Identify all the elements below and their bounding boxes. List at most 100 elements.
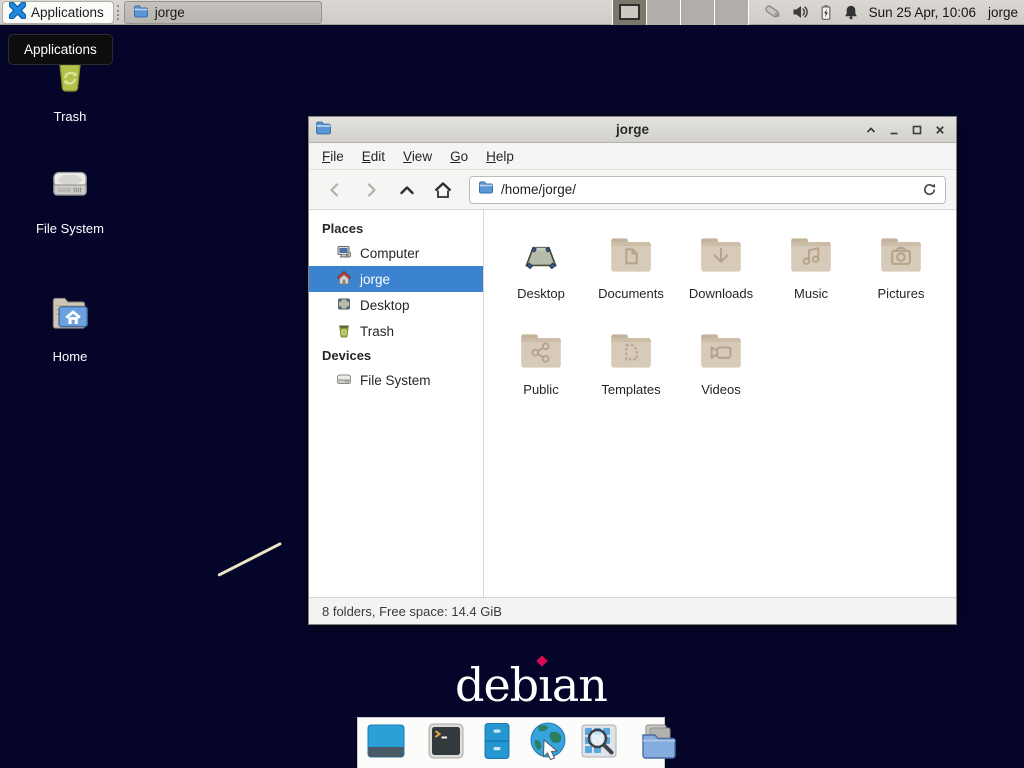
folder-video-icon: [696, 322, 746, 380]
folder-launcher[interactable]: [638, 722, 680, 764]
home-button[interactable]: [427, 176, 459, 204]
shade-button[interactable]: [862, 121, 879, 138]
window-title: jorge: [309, 122, 956, 137]
home-icon: [336, 270, 352, 289]
web-browser-launcher[interactable]: [527, 722, 569, 764]
minimize-button[interactable]: [885, 121, 902, 138]
sidebar-item-file-system[interactable]: File System: [309, 367, 483, 393]
input-device-icon[interactable]: [763, 3, 783, 21]
drive-icon: [45, 160, 95, 215]
workspace-3[interactable]: [681, 0, 715, 25]
file-manager-launcher[interactable]: [476, 722, 518, 764]
home-folder-icon: [45, 288, 95, 343]
menu-file[interactable]: File: [313, 145, 353, 168]
forward-button[interactable]: [355, 176, 387, 204]
applications-menu-label: Applications: [31, 5, 104, 20]
file-item-desktop[interactable]: Desktop: [496, 226, 586, 322]
drive-icon: [336, 371, 352, 390]
desktop-icon: [336, 296, 352, 315]
menu-edit[interactable]: Edit: [353, 145, 394, 168]
folder-camera-icon: [876, 226, 926, 284]
file-item-label: Documents: [598, 286, 664, 301]
file-item-downloads[interactable]: Downloads: [676, 226, 766, 322]
file-item-templates[interactable]: Templates: [586, 322, 676, 418]
debian-logo-text: deb: [455, 658, 538, 712]
menu-view[interactable]: View: [394, 145, 441, 168]
volume-icon[interactable]: [792, 4, 809, 20]
show-desktop-button[interactable]: [365, 722, 407, 764]
close-button[interactable]: [931, 121, 948, 138]
folder-template-icon: [606, 322, 656, 380]
window-controls: [862, 121, 956, 138]
workspace-1[interactable]: [613, 0, 647, 25]
statusbar: 8 folders, Free space: 14.4 GiB: [309, 597, 956, 624]
file-item-label: Music: [794, 286, 828, 301]
sidebar-item-trash[interactable]: Trash: [309, 318, 483, 344]
applications-tooltip: Applications: [8, 34, 113, 65]
applications-menu-button[interactable]: Applications: [2, 1, 114, 24]
trash-icon: [336, 322, 352, 341]
username-menu[interactable]: jorge: [988, 5, 1018, 20]
window-content: Places Computer: [309, 210, 956, 597]
sidebar: Places Computer: [309, 210, 484, 597]
up-button[interactable]: [391, 176, 423, 204]
back-button[interactable]: [319, 176, 351, 204]
menubar: File Edit View Go Help: [309, 143, 956, 170]
folder-document-icon: [606, 226, 656, 284]
workspace-2[interactable]: [647, 0, 681, 25]
path-value[interactable]: /home/jorge/: [501, 182, 576, 197]
maximize-button[interactable]: [908, 121, 925, 138]
show-desktop-icon: [365, 720, 407, 767]
path-folder-icon: [478, 179, 494, 200]
menu-go[interactable]: Go: [441, 145, 477, 168]
titlebar[interactable]: jorge: [309, 117, 956, 143]
file-item-pictures[interactable]: Pictures: [856, 226, 946, 322]
web-browser-icon: [527, 720, 569, 767]
pointer-line-artifact: [217, 542, 282, 577]
folder-music-icon: [786, 226, 836, 284]
terminal-launcher[interactable]: [425, 722, 467, 764]
file-item-documents[interactable]: Documents: [586, 226, 676, 322]
sidebar-item-jorge[interactable]: jorge: [309, 266, 483, 292]
dock-panel: [357, 717, 665, 768]
statusbar-text: 8 folders, Free space: 14.4 GiB: [322, 604, 502, 619]
file-item-label: Public: [523, 382, 558, 397]
toolbar: /home/jorge/: [309, 170, 956, 210]
file-item-label: Videos: [701, 382, 741, 397]
taskbar-window-label: jorge: [155, 5, 185, 20]
file-item-label: Pictures: [878, 286, 925, 301]
panel-separator-handle[interactable]: [117, 5, 121, 20]
workspace-4[interactable]: [715, 0, 749, 25]
desktop-icon-file-system[interactable]: File System: [22, 160, 118, 236]
app-finder-launcher[interactable]: [578, 722, 620, 764]
file-item-videos[interactable]: Videos: [676, 322, 766, 418]
battery-icon[interactable]: [818, 4, 834, 21]
sidebar-item-label: File System: [360, 373, 431, 388]
file-item-music[interactable]: Music: [766, 226, 856, 322]
desktop-icon-label: File System: [36, 221, 104, 236]
file-item-public[interactable]: Public: [496, 322, 586, 418]
sidebar-item-computer[interactable]: Computer: [309, 240, 483, 266]
workspace-window-preview: [619, 4, 640, 20]
file-grid: Desktop Documents: [484, 210, 956, 597]
top-panel: Applications jorge: [0, 0, 1024, 25]
desktop-icon-home[interactable]: Home: [22, 288, 118, 364]
sidebar-item-label: Trash: [360, 324, 394, 339]
clock[interactable]: Sun 25 Apr, 10:06: [869, 5, 976, 20]
sidebar-item-label: Desktop: [360, 298, 410, 313]
window-folder-icon: [315, 119, 332, 141]
path-bar[interactable]: /home/jorge/: [469, 176, 946, 204]
sidebar-item-desktop[interactable]: Desktop: [309, 292, 483, 318]
desktop-icon-label: Trash: [54, 109, 87, 124]
desktop-surface-icon: [516, 226, 566, 284]
notifications-bell-icon[interactable]: [843, 4, 859, 21]
reload-icon[interactable]: [922, 182, 937, 197]
file-cabinet-icon: [476, 720, 518, 767]
desktop-icon-label: Home: [53, 349, 88, 364]
menu-help[interactable]: Help: [477, 145, 523, 168]
workspace-switcher: [612, 0, 749, 25]
file-manager-window: jorge File Edit View Go Help: [308, 116, 957, 625]
folder-download-icon: [696, 226, 746, 284]
taskbar-window-button[interactable]: jorge: [124, 1, 322, 24]
app-finder-icon: [578, 720, 620, 767]
